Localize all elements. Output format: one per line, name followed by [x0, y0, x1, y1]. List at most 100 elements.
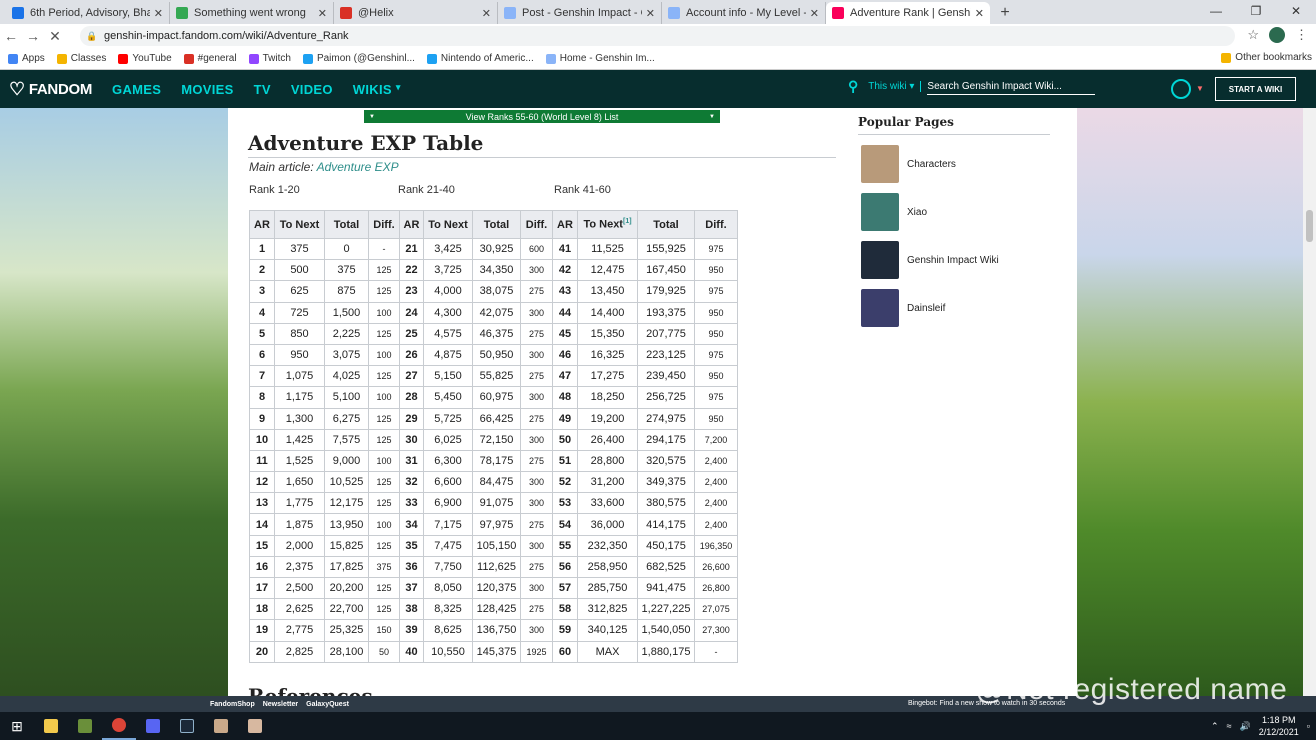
page-thumbnail[interactable]: [861, 193, 899, 231]
notification-icon[interactable]: ▫: [1307, 721, 1310, 731]
browser-tab[interactable]: 6th Period, Advisory, Bhadelia 20 ✕: [6, 2, 170, 24]
table-cell: 10,550: [423, 640, 473, 663]
table-row: 2 500 375 125 22 3,725 34,350 300 42 12,475 167,45…: [249, 259, 738, 282]
steam-icon[interactable]: [170, 712, 204, 740]
browser-tab[interactable]: @Helix ✕: [334, 2, 498, 24]
bookmark-item[interactable]: Home - Genshin Im...: [545, 53, 655, 64]
nav-video[interactable]: VIDEO: [291, 82, 333, 97]
page-thumbnail[interactable]: [861, 241, 899, 279]
browser-tab[interactable]: Post - Genshin Impact - Official C ✕: [498, 2, 662, 24]
bookmark-item[interactable]: YouTube: [118, 53, 172, 64]
popular-page-item[interactable]: Xiao: [858, 193, 1050, 231]
new-tab-button[interactable]: +: [994, 2, 1016, 24]
other-bookmarks[interactable]: Other bookmarks: [1221, 52, 1312, 63]
table-cell: 136,750: [472, 619, 521, 642]
file-explorer-icon[interactable]: [34, 712, 68, 740]
restore-icon[interactable]: ❐: [1236, 0, 1276, 22]
close-window-icon[interactable]: ✕: [1276, 0, 1316, 22]
stop-loading-icon[interactable]: ✕: [44, 28, 66, 45]
table-cell: 2,400: [694, 471, 738, 494]
tab-rank-1-20[interactable]: Rank 1-20: [249, 184, 300, 196]
tab-close-icon[interactable]: ✕: [646, 7, 655, 20]
table-cell: 40: [399, 640, 424, 663]
browser-tab[interactable]: Account info - My Level - Genshi ✕: [662, 2, 826, 24]
tab-close-icon[interactable]: ✕: [975, 7, 984, 20]
chevron-up-icon[interactable]: ⌃: [1211, 721, 1219, 732]
footnote-link[interactable]: [1]: [623, 218, 632, 225]
bookmark-item[interactable]: Apps: [8, 53, 45, 64]
table-cell: 24: [399, 301, 424, 324]
search-icon[interactable]: ⚲: [848, 78, 858, 95]
page-thumbnail[interactable]: [861, 289, 899, 327]
lock-icon[interactable]: 🔒: [86, 31, 97, 41]
popular-page-item[interactable]: Characters: [858, 145, 1050, 183]
collapsible-toggle[interactable]: ▼ View Ranks 55-60 (World Level 8) List …: [364, 110, 720, 123]
bookmark-item[interactable]: Twitch: [248, 53, 291, 64]
bookmark-star-icon[interactable]: ☆: [1247, 27, 1259, 43]
tab-close-icon[interactable]: ✕: [154, 7, 163, 20]
volume-icon[interactable]: 🔊: [1240, 721, 1251, 732]
tab-rank-41-60[interactable]: Rank 41-60: [554, 184, 611, 196]
nav-tv[interactable]: TV: [254, 82, 271, 97]
windows-start-icon[interactable]: ⊞: [0, 712, 34, 740]
scrollbar-thumb[interactable]: [1306, 210, 1313, 242]
popular-page-item[interactable]: Dainsleif: [858, 289, 1050, 327]
bookmark-item[interactable]: #general: [183, 53, 237, 64]
popular-page-label[interactable]: Genshin Impact Wiki: [907, 255, 999, 266]
popular-page-label[interactable]: Characters: [907, 159, 956, 170]
browser-tab[interactable]: Adventure Rank | Genshin Impact ✕: [826, 2, 990, 24]
back-icon[interactable]: ←: [0, 28, 22, 44]
tab-close-icon[interactable]: ✕: [482, 7, 491, 20]
tab-close-icon[interactable]: ✕: [318, 7, 327, 20]
table-cell: 2,400: [694, 449, 738, 473]
bookmark-item[interactable]: Paimon (@Genshinl...: [302, 53, 415, 64]
table-cell: 9: [249, 407, 275, 430]
popular-page-label[interactable]: Dainsleif: [907, 303, 945, 314]
discord-icon[interactable]: [136, 712, 170, 740]
url-input[interactable]: 🔒 genshin-impact.fandom.com/wiki/Adventu…: [80, 26, 1235, 46]
watermark-text: @Not registered name: [975, 673, 1288, 706]
table-row: 19 2,775 25,325 150 39 8,625 136,750 300 59 340,1…: [249, 619, 738, 642]
browser-tab[interactable]: Something went wrong ✕: [170, 2, 334, 24]
forward-icon[interactable]: →: [22, 28, 44, 44]
minecraft-icon[interactable]: [68, 712, 102, 740]
nav-games[interactable]: GAMES: [112, 82, 161, 97]
bottom-link[interactable]: FandomShop: [210, 701, 255, 708]
game-app-icon[interactable]: [238, 712, 272, 740]
start-a-wiki-button[interactable]: START A WIKI: [1215, 77, 1296, 101]
nav-movies[interactable]: MOVIES: [181, 82, 233, 97]
menu-kebab-icon[interactable]: ⋮: [1295, 27, 1308, 43]
table-cell: 49: [552, 407, 578, 430]
this-wiki-dropdown[interactable]: This wiki ▾: [868, 81, 922, 92]
column-header: AR: [552, 210, 578, 239]
chevron-down-icon[interactable]: ▼: [1196, 84, 1204, 93]
wifi-icon[interactable]: ≈: [1227, 721, 1232, 731]
search-input[interactable]: Search Genshin Impact Wiki...: [927, 79, 1096, 95]
bookmark-item[interactable]: Classes: [56, 53, 106, 64]
fandom-logo[interactable]: ♡ FANDOM: [9, 79, 92, 100]
popular-page-item[interactable]: Genshin Impact Wiki: [858, 241, 1050, 279]
table-cell: 11,525: [577, 237, 638, 261]
bottom-link[interactable]: Newsletter: [263, 701, 298, 708]
bookmark-favicon-icon: [8, 53, 18, 64]
bottom-link[interactable]: GalaxyQuest: [306, 701, 349, 708]
page-scrollbar[interactable]: [1303, 108, 1316, 696]
table-cell: 55: [552, 534, 578, 557]
bookmark-item[interactable]: Nintendo of Americ...: [426, 53, 534, 64]
popular-page-label[interactable]: Xiao: [907, 207, 927, 218]
adventure-exp-link[interactable]: Adventure EXP: [317, 160, 399, 174]
profile-avatar[interactable]: [1269, 27, 1285, 43]
user-account-icon[interactable]: [1171, 79, 1191, 99]
table-cell: 975: [694, 343, 738, 367]
tab-rank-21-40[interactable]: Rank 21-40: [398, 184, 455, 196]
page-thumbnail[interactable]: [861, 145, 899, 183]
table-cell: 42: [552, 259, 578, 282]
chrome-icon[interactable]: [102, 712, 136, 740]
clock[interactable]: 1:18 PM 2/12/2021: [1259, 714, 1299, 738]
minimize-icon[interactable]: —: [1196, 0, 1236, 22]
tab-close-icon[interactable]: ✕: [810, 7, 819, 20]
game-app-icon[interactable]: [204, 712, 238, 740]
nav-wikis[interactable]: WIKIS: [353, 82, 392, 97]
chevron-down-icon[interactable]: ▾: [396, 82, 401, 97]
table-cell: 125: [368, 534, 400, 557]
